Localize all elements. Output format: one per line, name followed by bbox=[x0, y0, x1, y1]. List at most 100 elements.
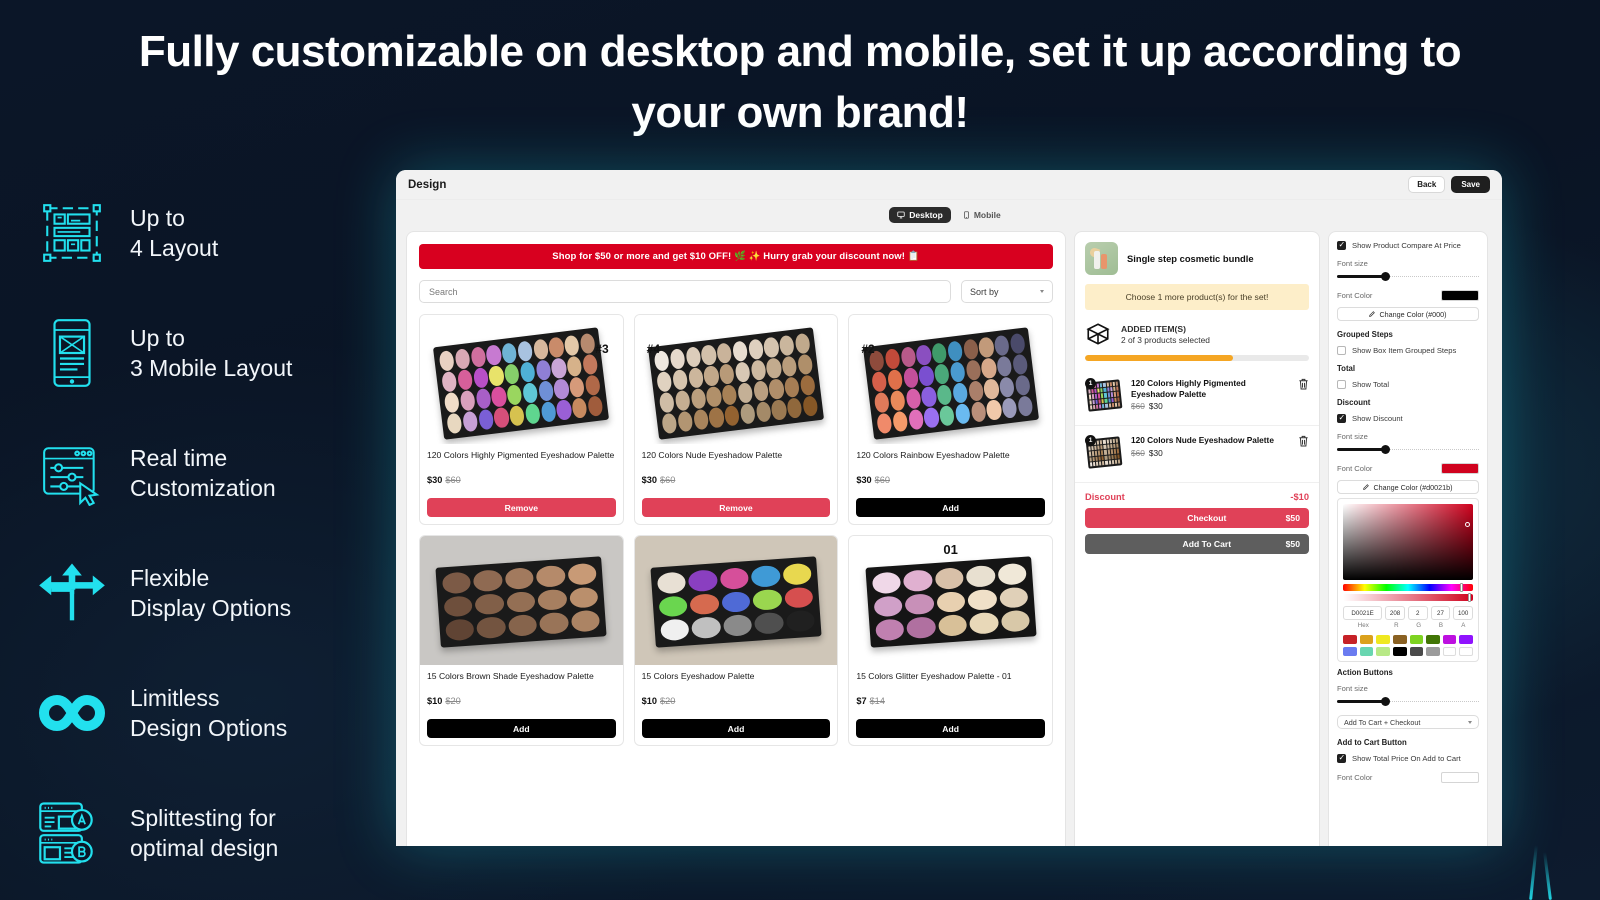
product-remove-button[interactable]: Remove bbox=[427, 498, 616, 517]
delete-icon[interactable] bbox=[1298, 378, 1309, 390]
color-swatch[interactable] bbox=[1442, 635, 1457, 644]
product-price: $30 $60 bbox=[642, 475, 831, 485]
product-info: 15 Colors Eyeshadow Palette $10 $20 bbox=[635, 665, 838, 713]
color-swatch[interactable] bbox=[1343, 635, 1357, 644]
font-size-slider[interactable] bbox=[1337, 272, 1479, 281]
action-font-size-slider[interactable] bbox=[1337, 697, 1479, 706]
setting-show-discount[interactable]: Show Discount bbox=[1337, 413, 1479, 423]
color-swatch[interactable] bbox=[1426, 635, 1440, 644]
product-add-button[interactable]: Add bbox=[427, 719, 616, 738]
setting-compare-at-price[interactable]: Show Product Compare At Price bbox=[1337, 240, 1479, 250]
font-color-label: Font Color bbox=[1337, 291, 1373, 300]
settings-sidebar[interactable]: Show Product Compare At Price Font size … bbox=[1328, 231, 1488, 846]
discount-color-swatch[interactable] bbox=[1441, 463, 1479, 474]
feature-item-limitless-design: Limitless Design Options bbox=[34, 663, 374, 763]
font-color-swatch[interactable] bbox=[1441, 290, 1479, 301]
checkbox-icon[interactable] bbox=[1337, 753, 1346, 763]
chevron-down-icon bbox=[1468, 720, 1472, 724]
cart-item-compare-at: $60 bbox=[1131, 447, 1145, 458]
add-to-cart-button[interactable]: Add To Cart $50 bbox=[1085, 534, 1309, 554]
color-swatch[interactable] bbox=[1343, 647, 1357, 656]
r-label: R bbox=[1394, 622, 1399, 629]
tab-mobile[interactable]: Mobile bbox=[955, 207, 1009, 223]
setting-show-total-price-atc[interactable]: Show Total Price On Add to Cart bbox=[1337, 753, 1479, 763]
action-buttons-select-value: Add To Cart + Checkout bbox=[1344, 717, 1421, 727]
discount-font-size-slider[interactable] bbox=[1337, 445, 1479, 454]
checkout-button[interactable]: Checkout $50 bbox=[1085, 508, 1309, 528]
product-rank-badge: 01 bbox=[943, 542, 958, 557]
b-field[interactable]: 27 bbox=[1430, 606, 1451, 620]
checkbox-icon[interactable] bbox=[1337, 240, 1346, 250]
product-title: 15 Colors Brown Shade Eyeshadow Palette bbox=[427, 671, 594, 681]
product-card[interactable]: #3 120 Colors Highly Pigmented Eyeshadow … bbox=[419, 314, 624, 525]
product-image: #2 bbox=[849, 315, 1052, 444]
hex-field[interactable]: D0021E bbox=[1343, 606, 1383, 620]
a-field[interactable]: 100 bbox=[1453, 606, 1473, 620]
hue-slider[interactable] bbox=[1343, 583, 1473, 592]
color-swatch[interactable] bbox=[1359, 647, 1374, 656]
product-add-button[interactable]: Add bbox=[856, 719, 1045, 738]
color-swatch[interactable] bbox=[1442, 647, 1457, 656]
save-button[interactable]: Save bbox=[1451, 176, 1490, 193]
tab-desktop[interactable]: Desktop bbox=[889, 207, 951, 223]
font-color-row: Font Color bbox=[1337, 290, 1479, 301]
color-swatch[interactable] bbox=[1409, 635, 1424, 644]
cart-item-name: 120 Colors Nude Eyeshadow Palette bbox=[1131, 435, 1274, 445]
feature-item-splittesting: Splittesting for optimal design bbox=[34, 783, 374, 883]
product-add-button[interactable]: Add bbox=[856, 498, 1045, 517]
product-compare-at: $60 bbox=[874, 475, 891, 485]
checkbox-icon[interactable] bbox=[1337, 413, 1346, 423]
checkbox-icon[interactable] bbox=[1337, 346, 1346, 355]
checkbox-icon[interactable] bbox=[1337, 380, 1346, 389]
setting-grouped-steps[interactable]: Show Box Item Grouped Steps bbox=[1337, 346, 1479, 355]
atc-color-swatch[interactable] bbox=[1441, 772, 1479, 783]
delete-icon[interactable] bbox=[1298, 435, 1309, 447]
hex-label: Hex bbox=[1357, 622, 1369, 629]
checkout-label: Checkout bbox=[1187, 513, 1227, 523]
saturation-area[interactable] bbox=[1343, 504, 1473, 580]
color-swatch[interactable] bbox=[1409, 647, 1424, 656]
slider-knob[interactable] bbox=[1381, 445, 1391, 454]
product-price: $30 $60 bbox=[427, 475, 616, 485]
change-color-label: Change Color (#000) bbox=[1379, 309, 1447, 319]
bundle-title: Single step cosmetic bundle bbox=[1127, 253, 1254, 264]
r-field[interactable]: 208 bbox=[1385, 606, 1405, 620]
product-compare-at: $14 bbox=[869, 696, 885, 706]
product-card[interactable]: 01 15 Colors Glitter Eyeshadow Palette - … bbox=[848, 535, 1053, 746]
product-card[interactable]: #2 120 Colors Rainbow Eyeshadow Palette $3… bbox=[848, 314, 1053, 525]
product-image: #3 bbox=[420, 315, 623, 444]
color-picker[interactable]: D0021E 208 2 27 100 Hex R G B A bbox=[1337, 498, 1479, 662]
sort-select[interactable]: Sort by bbox=[961, 280, 1053, 303]
product-add-button[interactable]: Add bbox=[641, 719, 831, 738]
product-info: 15 Colors Brown Shade Eyeshadow Palette $… bbox=[420, 665, 623, 713]
product-remove-button[interactable]: Remove bbox=[641, 498, 831, 517]
font-color-label: Font Color bbox=[1337, 464, 1373, 473]
added-items-row: ADDED ITEM(S) 2 of 3 products selected bbox=[1075, 310, 1319, 355]
g-field[interactable]: 2 bbox=[1407, 606, 1428, 620]
picker-handle[interactable] bbox=[1465, 522, 1470, 527]
setting-label: Show Product Compare At Price bbox=[1352, 241, 1461, 250]
setting-show-total[interactable]: Show Total bbox=[1337, 380, 1479, 389]
search-input[interactable]: Search bbox=[419, 280, 951, 303]
color-swatch[interactable] bbox=[1426, 647, 1440, 656]
slider-knob[interactable] bbox=[1381, 697, 1391, 706]
slider-knob[interactable] bbox=[1381, 272, 1391, 281]
change-color-button-black[interactable]: Change Color (#000) bbox=[1337, 307, 1479, 321]
color-swatch[interactable] bbox=[1392, 635, 1407, 644]
product-card[interactable]: #4 120 Colors Nude Eyeshadow Palette $30 $6… bbox=[633, 314, 839, 525]
color-swatch[interactable] bbox=[1376, 647, 1390, 656]
back-button[interactable]: Back bbox=[1408, 176, 1446, 193]
color-swatch[interactable] bbox=[1459, 635, 1473, 644]
color-swatch[interactable] bbox=[1459, 647, 1473, 656]
color-swatch[interactable] bbox=[1392, 647, 1407, 656]
alpha-slider[interactable] bbox=[1343, 593, 1473, 602]
cart-item-now: $30 bbox=[1148, 401, 1163, 412]
product-card[interactable]: 15 Colors Eyeshadow Palette $10 $20 Add bbox=[633, 535, 839, 746]
change-color-button-red[interactable]: Change Color (#d0021b) bbox=[1337, 480, 1479, 494]
cart-preview: Single step cosmetic bundle Choose 1 mor… bbox=[1074, 231, 1320, 846]
color-swatch[interactable] bbox=[1359, 635, 1374, 644]
product-grid: #3 120 Colors Highly Pigmented Eyeshadow … bbox=[419, 314, 1053, 746]
product-card[interactable]: 15 Colors Brown Shade Eyeshadow Palette $… bbox=[419, 535, 624, 746]
color-swatch[interactable] bbox=[1376, 635, 1390, 644]
action-buttons-select[interactable]: Add To Cart + Checkout bbox=[1337, 715, 1479, 729]
